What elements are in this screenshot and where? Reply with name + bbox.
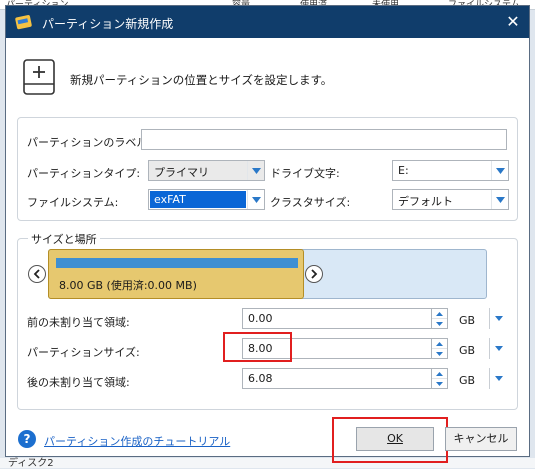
close-icon[interactable]: ✕ <box>501 10 525 34</box>
before-unit-dropdown[interactable] <box>489 308 503 329</box>
after-unallocated-caption: 後の未割り当て領域: <box>27 376 130 389</box>
stepper-up-icon[interactable] <box>432 369 447 379</box>
drive-letter-value: E: <box>398 164 409 177</box>
drive-letter-caption: ドライブ文字: <box>270 167 340 180</box>
after-unit-dropdown[interactable] <box>489 368 503 389</box>
dialog-description: 新規パーティションの位置とサイズを設定します。 <box>70 73 333 87</box>
stepper-down-icon[interactable] <box>432 349 447 359</box>
chevron-right-icon <box>311 269 318 279</box>
chevron-down-icon <box>247 190 264 209</box>
chevron-down-icon <box>495 376 503 381</box>
partition-size-info: 8.00 GB (使用済:0.00 MB) <box>59 279 197 292</box>
stepper-up-icon[interactable] <box>432 309 447 319</box>
before-unallocated-input[interactable]: 0.00 <box>242 308 432 329</box>
chevron-down-icon <box>491 190 508 209</box>
title-bar[interactable]: パーティション新規作成 ✕ <box>6 6 529 38</box>
cluster-size-value: デフォルト <box>398 195 453 208</box>
chevron-down-icon <box>491 161 508 180</box>
partition-label-input[interactable] <box>141 129 507 150</box>
before-unallocated-caption: 前の未割り当て領域: <box>27 316 130 329</box>
ok-button[interactable]: OK <box>356 427 434 451</box>
stepper-down-icon[interactable] <box>432 379 447 389</box>
chevron-down-icon <box>495 316 503 321</box>
size-unit-dropdown[interactable] <box>489 338 503 359</box>
tutorial-link[interactable]: パーティション作成のチュートリアル <box>44 433 230 449</box>
partition-size-stepper[interactable] <box>432 338 448 359</box>
partition-usage-bar <box>56 258 298 268</box>
size-location-title: サイズと場所 <box>28 231 100 247</box>
help-icon[interactable]: ? <box>18 430 36 448</box>
file-system-select[interactable]: exFAT <box>148 189 265 210</box>
app-logo-icon <box>15 15 32 30</box>
file-system-caption: ファイルシステム: <box>27 196 119 209</box>
partition-block[interactable]: 8.00 GB (使用済:0.00 MB) <box>48 249 304 299</box>
move-right-button[interactable] <box>305 265 323 283</box>
background-disk-row: ディスク2 <box>0 458 535 469</box>
drive-letter-select[interactable]: E: <box>392 160 509 181</box>
before-unit-label: GB <box>459 314 476 327</box>
after-unallocated-stepper[interactable] <box>432 368 448 389</box>
partition-label-caption: パーティションのラベル: <box>27 136 152 149</box>
ok-button-label: OK <box>387 432 403 445</box>
cluster-size-select[interactable]: デフォルト <box>392 189 509 210</box>
dialog-title: パーティション新規作成 <box>42 17 174 31</box>
chevron-down-icon <box>247 161 264 180</box>
partition-type-caption: パーティションタイプ: <box>27 167 141 180</box>
stepper-down-icon[interactable] <box>432 319 447 329</box>
chevron-left-icon <box>33 269 40 279</box>
new-partition-icon <box>23 59 55 95</box>
after-unit-label: GB <box>459 374 476 387</box>
partition-type-value: プライマリ <box>154 166 209 179</box>
cluster-size-caption: クラスタサイズ: <box>270 196 351 209</box>
cancel-button[interactable]: キャンセル <box>445 427 517 451</box>
before-unallocated-stepper[interactable] <box>432 308 448 329</box>
size-highlight-box <box>223 332 292 362</box>
stepper-up-icon[interactable] <box>432 339 447 349</box>
move-left-button[interactable] <box>28 265 46 283</box>
file-system-value: exFAT <box>150 191 246 208</box>
partition-type-select[interactable]: プライマリ <box>148 160 265 181</box>
size-unit-label: GB <box>459 344 476 357</box>
chevron-down-icon <box>495 346 503 351</box>
partition-size-caption: パーティションサイズ: <box>27 346 140 359</box>
after-unallocated-input[interactable]: 6.08 <box>242 368 432 389</box>
